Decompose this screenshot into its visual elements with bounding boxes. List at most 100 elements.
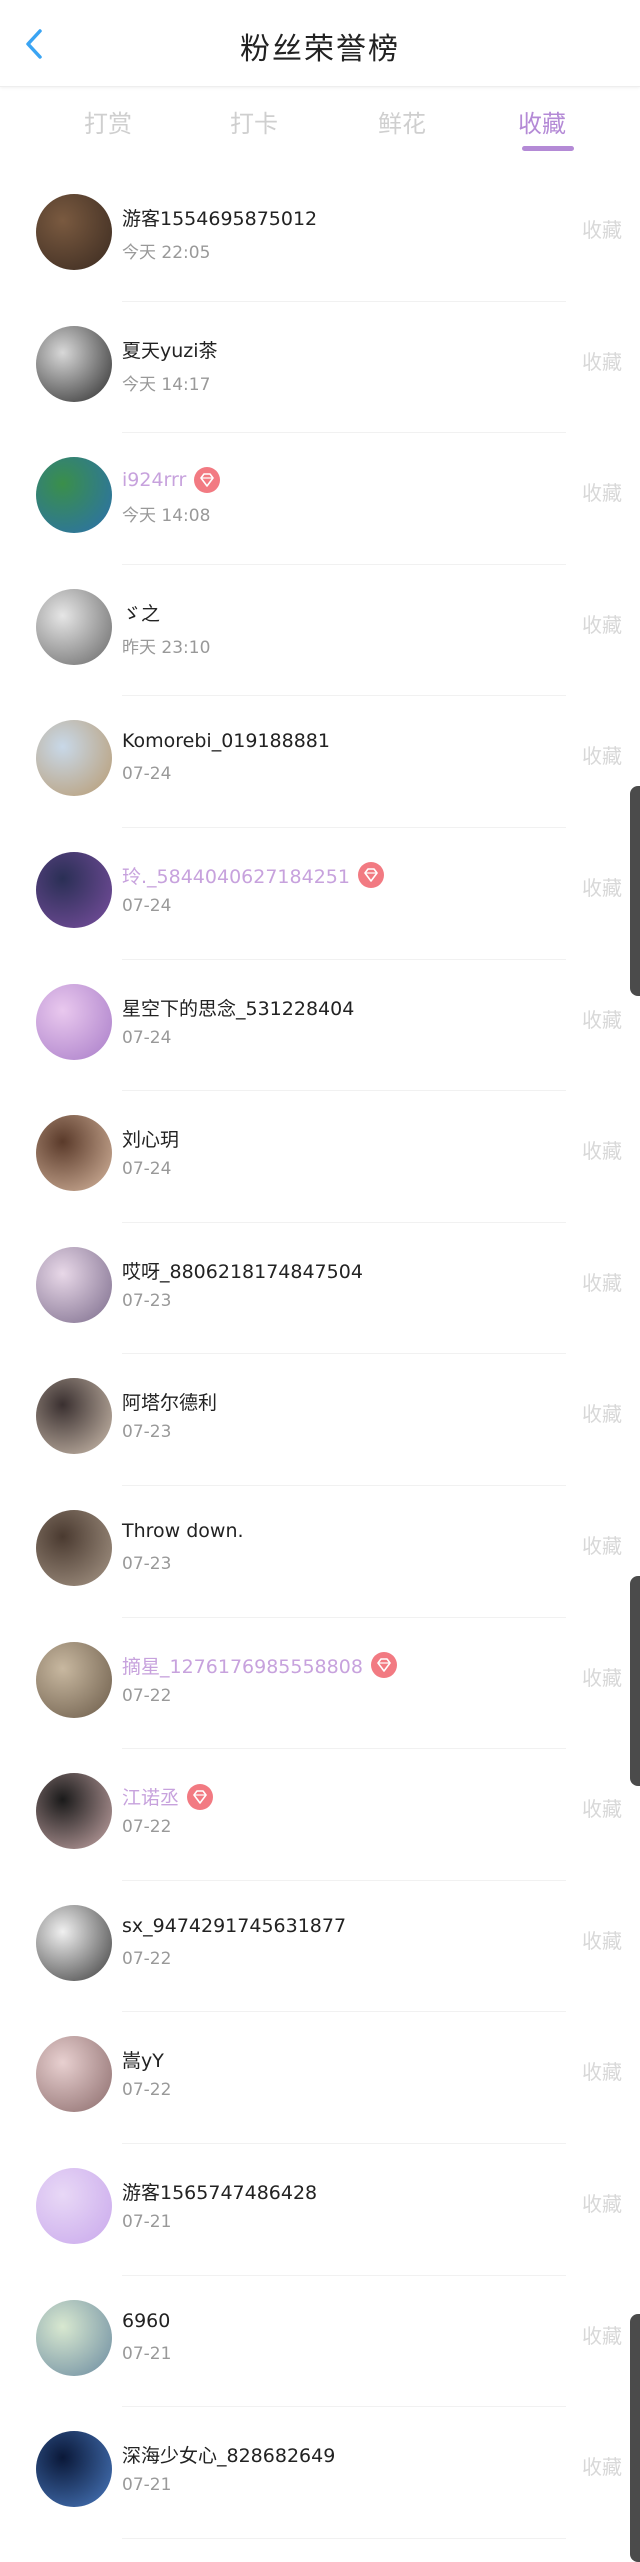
fan-name: 星空下的思念_531228404 [122, 997, 355, 1020]
collect-button[interactable]: 收藏 [582, 1398, 622, 1427]
fan-name-row: 嵩yY [122, 2046, 164, 2073]
list-item[interactable]: sx_9474291745631877 07-22 收藏 [0, 1881, 640, 2013]
diamond-icon [370, 1652, 397, 1679]
collect-button[interactable]: 收藏 [582, 872, 622, 901]
edge-scroll-handle[interactable] [630, 786, 640, 996]
avatar[interactable] [36, 457, 112, 534]
list-item[interactable]: Komorebi_019188881 07-24 收藏 [0, 696, 640, 828]
avatar[interactable] [36, 588, 112, 665]
list-item[interactable]: 刘心玥 07-24 收藏 [0, 1091, 640, 1223]
list-item[interactable]: 6960 07-21 收藏 [0, 2276, 640, 2408]
fan-time: 今天 22:05 [122, 243, 211, 263]
active-tab-indicator [522, 146, 574, 151]
diamond-icon [187, 1783, 214, 1810]
list-item[interactable]: ゞ之 昨天 23:10 收藏 [0, 565, 640, 697]
avatar[interactable] [36, 851, 112, 928]
edge-scroll-handle[interactable] [630, 1576, 640, 1786]
list-item[interactable]: 深海少女心_828682649 07-21 收藏 [0, 2407, 640, 2539]
avatar[interactable] [36, 720, 112, 797]
collect-button[interactable]: 收藏 [582, 1267, 622, 1296]
fan-time: 07-23 [122, 1290, 172, 1311]
tab-collect[interactable]: 收藏 [502, 104, 582, 151]
collect-button[interactable]: 收藏 [582, 2188, 622, 2217]
avatar[interactable] [36, 1246, 112, 1323]
list-item[interactable]: 夏天yuzi茶 今天 14:17 收藏 [0, 302, 640, 434]
edge-scroll-handle[interactable] [630, 2314, 640, 2562]
collect-button[interactable]: 收藏 [582, 1004, 622, 1033]
avatar[interactable] [36, 1378, 112, 1455]
avatar[interactable] [36, 2431, 112, 2508]
fan-name: 游客1565747486428 [122, 2181, 318, 2204]
tab-checkin[interactable]: 打卡 [214, 104, 294, 139]
tab-bar: 打赏 打卡 鲜花 收藏 [0, 96, 640, 156]
fan-name: 嵩yY [122, 2050, 164, 2073]
fan-name-row: 深海少女心_828682649 [122, 2441, 335, 2468]
avatar[interactable] [36, 1641, 112, 1718]
fan-time: 昨天 23:10 [122, 637, 211, 658]
fan-name: Throw down. [122, 1519, 244, 1542]
tab-flowers[interactable]: 鲜花 [362, 104, 442, 139]
diamond-icon [194, 467, 221, 494]
collect-button[interactable]: 收藏 [582, 214, 622, 243]
fan-name: 游客1554695875012 [122, 208, 318, 230]
collect-button[interactable]: 收藏 [582, 1662, 622, 1691]
divider [122, 2537, 566, 2539]
list-item[interactable]: 摘星_1276176985558808 07-22 收藏 [0, 1618, 640, 1750]
collect-button[interactable]: 收藏 [582, 477, 622, 506]
fan-name: Komorebi_019188881 [122, 730, 330, 753]
list-item[interactable]: 游客1554695875012 今天 22:05 收藏 [0, 170, 640, 302]
collect-button[interactable]: 收藏 [582, 609, 622, 638]
fan-name-row: 哎呀_8806218174847504 [122, 1257, 363, 1284]
avatar[interactable] [36, 194, 112, 270]
list-item[interactable]: Throw down. 07-23 收藏 [0, 1486, 640, 1618]
fan-name-row: 玲._5844040627184251 [122, 862, 384, 889]
avatar[interactable] [36, 2167, 112, 2244]
avatar[interactable] [36, 1904, 112, 1981]
avatar[interactable] [36, 325, 112, 402]
avatar[interactable] [36, 2299, 112, 2376]
fan-list: 游客1554695875012 今天 22:05 收藏 夏天yuzi茶 今天 14:17… [0, 170, 640, 2539]
fan-time: 07-21 [122, 2211, 172, 2232]
fan-name: 刘心玥 [122, 1129, 180, 1152]
avatar[interactable] [36, 983, 112, 1060]
collect-button[interactable]: 收藏 [582, 1925, 622, 1954]
fan-name-row: 游客1554695875012 [122, 204, 317, 231]
fan-time: 07-24 [122, 1159, 172, 1180]
fan-name: 6960 [122, 2309, 171, 2332]
list-item[interactable]: i924rrr 今天 14:08 收藏 [0, 433, 640, 565]
list-item[interactable]: 江诺丞 07-22 收藏 [0, 1749, 640, 1881]
fan-name: 阿塔尔德利 [122, 1392, 218, 1415]
avatar[interactable] [36, 1115, 112, 1192]
list-item[interactable]: 哎呀_8806218174847504 07-23 收藏 [0, 1223, 640, 1355]
fan-name-row: 6960 [122, 2310, 170, 2332]
collect-button[interactable]: 收藏 [582, 740, 622, 769]
collect-button[interactable]: 收藏 [582, 1135, 622, 1164]
avatar[interactable] [36, 1509, 112, 1586]
collect-button[interactable]: 收藏 [582, 1530, 622, 1559]
collect-button[interactable]: 收藏 [582, 1793, 622, 1822]
fan-name: 深海少女心_828682649 [122, 2445, 336, 2468]
avatar[interactable] [36, 1773, 112, 1850]
collect-button[interactable]: 收藏 [582, 2451, 622, 2480]
list-item[interactable]: 玲._5844040627184251 07-24 收藏 [0, 828, 640, 960]
diamond-icon [357, 862, 384, 889]
list-item[interactable]: 星空下的思念_531228404 07-24 收藏 [0, 960, 640, 1092]
list-item[interactable]: 游客1565747486428 07-21 收藏 [0, 2144, 640, 2276]
collect-button[interactable]: 收藏 [582, 2056, 622, 2085]
list-item[interactable]: 嵩yY 07-22 收藏 [0, 2012, 640, 2144]
fan-name-row: 刘心玥 [122, 1125, 179, 1152]
fan-name: 哎呀_8806218174847504 [122, 1260, 363, 1283]
fan-name-row: 江诺丞 [122, 1783, 214, 1810]
fan-time: 07-23 [122, 1422, 172, 1443]
fan-time: 07-22 [122, 2080, 172, 2101]
fan-name: i924rrr [122, 469, 187, 492]
avatar[interactable] [36, 2036, 112, 2113]
fan-time: 07-22 [122, 1685, 172, 1706]
list-item[interactable]: 阿塔尔德利 07-23 收藏 [0, 1354, 640, 1486]
fan-time: 07-24 [122, 895, 172, 916]
collect-button[interactable]: 收藏 [582, 2320, 622, 2349]
tab-reward[interactable]: 打赏 [68, 104, 148, 139]
fan-time: 07-23 [122, 1553, 172, 1574]
fan-name: 江诺丞 [122, 1787, 180, 1810]
collect-button[interactable]: 收藏 [582, 346, 622, 375]
